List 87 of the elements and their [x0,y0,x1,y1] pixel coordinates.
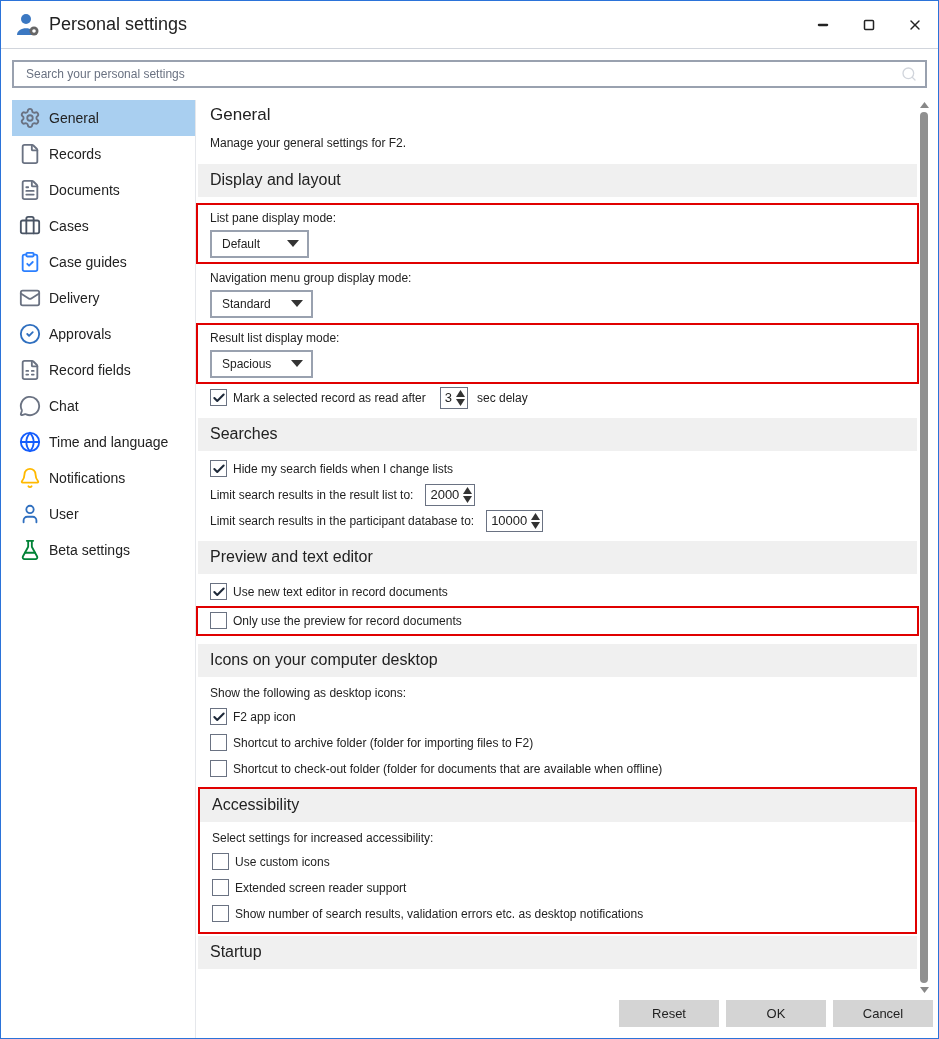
check-circle-icon [19,323,41,345]
scroll-down-icon[interactable] [919,987,929,993]
checkbox[interactable] [212,853,229,870]
sidebar-item[interactable]: Chat [12,388,195,424]
dialog-button[interactable]: OK [726,1000,826,1027]
dialog-button[interactable]: Cancel [833,1000,933,1027]
dialog-button[interactable]: Reset [619,1000,719,1027]
envelope-icon [19,287,41,309]
sidebar-item[interactable]: Delivery [12,280,195,316]
sidebar-item[interactable]: Records [12,136,195,172]
section-header: Accessibility [200,788,915,822]
checkbox[interactable] [212,879,229,896]
option-label: Shortcut to check-out folder (folder for documents that are available when offline) [233,760,663,778]
option-label: Only use the preview for record documents [233,612,462,630]
form-icon [19,359,41,381]
caret-icon [287,240,299,247]
briefcase-icon [19,215,41,237]
page-subtitle: Manage your general settings for F2. [210,134,408,152]
maximize-icon [863,18,875,31]
option-label: Show number of search results, validation errors etc. as desktop notifications [235,905,644,923]
option-label: Mark a selected record as read after [233,389,426,407]
checkbox[interactable] [210,612,227,629]
dropdown[interactable]: Standard [210,289,313,318]
option-label: Extended screen reader support [235,879,407,897]
search-field[interactable]: Search your personal settings [12,60,927,88]
speech-bubble-icon [19,395,41,417]
window-title: Personal settings [49,13,188,36]
sidebar-item[interactable]: User [12,496,195,532]
number-spinner[interactable]: 2000 [425,483,476,506]
unit-label: sec delay [477,389,528,407]
number-spinner[interactable]: 3 [439,386,468,409]
option-label: F2 app icon [233,708,296,726]
page-title: General [210,104,272,126]
sidebar-item[interactable]: Documents [12,172,195,208]
sidebar-item[interactable]: Record fields [12,352,195,388]
sidebar-item[interactable]: Time and language [12,424,195,460]
field-label: List pane display mode: [210,209,338,227]
checkbox[interactable] [210,389,227,406]
checkbox[interactable] [210,760,227,777]
caret-icon [291,360,304,367]
document-icon [19,179,41,201]
checkbox[interactable] [210,460,227,477]
gear-icon [19,107,41,129]
sidebar-item[interactable]: Notifications [12,460,195,496]
checkbox[interactable] [210,734,227,751]
sidebar-item[interactable]: Approvals [12,316,195,352]
section-header: Searches [198,417,917,451]
clipboard-icon [19,251,41,273]
sidebar-item[interactable]: Case guides [12,244,195,280]
sidebar-item[interactable]: Beta settings [12,532,195,568]
page-icon [19,143,41,165]
section-header: Icons on your computer desktop [198,643,917,677]
scrollbar[interactable] [917,100,931,993]
field-label: Limit search results in the result list to: [210,486,414,504]
caret-icon [290,300,303,307]
sidebar-item[interactable]: Cases [12,208,195,244]
checkbox[interactable] [212,905,229,922]
user-settings-icon [16,12,40,37]
option-label: Use new text editor in record documents [233,583,448,601]
checkbox[interactable] [210,583,227,600]
spinner-value: 3 [444,388,452,407]
field-label: Navigation menu group display mode: [210,269,413,287]
globe-icon [19,431,41,453]
option-label: Use custom icons [235,853,330,871]
flask-icon [19,539,41,561]
dropdown[interactable]: Spacious [210,349,314,378]
instruction-text: Show the following as desktop icons: [210,685,407,700]
field-label: Result list display mode: [210,329,341,347]
spin-arrows-icon[interactable] [456,389,465,406]
spinner-value: 2000 [430,485,460,504]
option-label: Hide my search fields when I change lists [233,460,454,478]
field-label: Limit search results in the participant database to: [210,512,475,530]
spinner-value: 10000 [491,511,528,530]
checkbox[interactable] [210,708,227,725]
bell-icon [19,467,41,489]
option-label: Shortcut to archive folder (folder for importing files to F2) [233,734,534,752]
section-header: Display and layout [198,163,917,197]
scroll-up-icon[interactable] [919,102,929,108]
search-icon [901,66,917,82]
section-header: Startup [198,935,917,969]
instruction-text: Select settings for increased accessibility: [212,830,434,845]
spin-arrows-icon[interactable] [531,512,541,529]
spin-arrows-icon[interactable] [463,486,473,503]
section-header: Preview and text editor [198,540,917,574]
dropdown[interactable]: Default [210,229,309,258]
number-spinner[interactable]: 10000 [486,509,544,532]
sidebar-item[interactable]: General [12,100,195,136]
